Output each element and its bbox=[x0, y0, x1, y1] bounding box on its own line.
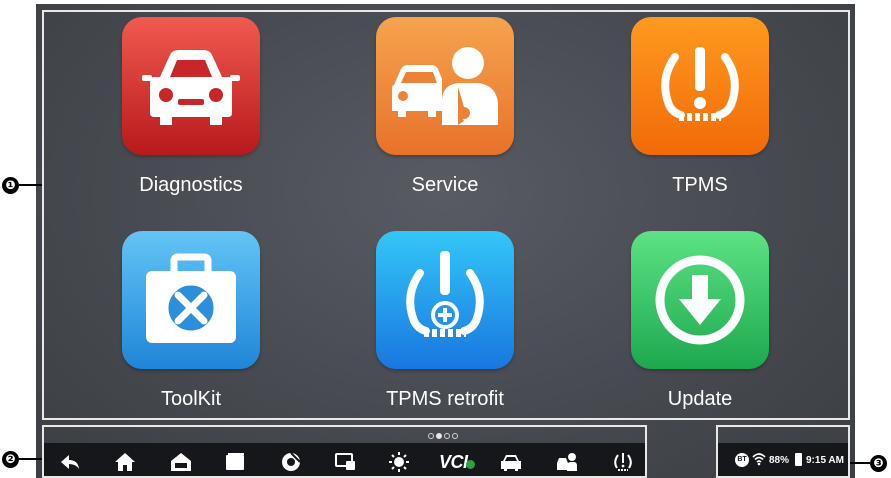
callout-3: ❸ bbox=[870, 454, 887, 472]
callout-3-leader bbox=[850, 462, 870, 464]
callout-1: ❶ bbox=[2, 176, 19, 194]
callout-2-leader bbox=[19, 458, 42, 460]
statusbar-callout-frame bbox=[716, 425, 850, 478]
callout-2: ❷ bbox=[2, 450, 19, 468]
navbar-callout-frame bbox=[42, 425, 647, 478]
apps-callout-frame bbox=[42, 10, 850, 420]
callout-1-leader bbox=[19, 184, 42, 186]
